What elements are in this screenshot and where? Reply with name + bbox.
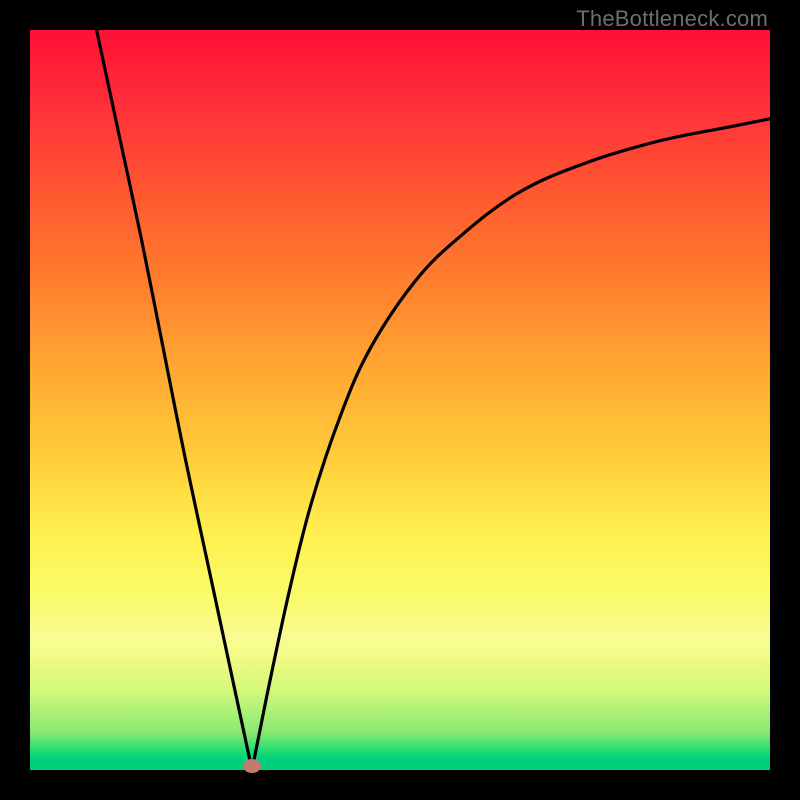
watermark-text: TheBottleneck.com [576, 6, 768, 32]
minimum-marker [243, 759, 261, 773]
bottleneck-curve [97, 30, 770, 770]
chart-frame: TheBottleneck.com [0, 0, 800, 800]
plot-area [30, 30, 770, 770]
curve-layer [30, 30, 770, 770]
